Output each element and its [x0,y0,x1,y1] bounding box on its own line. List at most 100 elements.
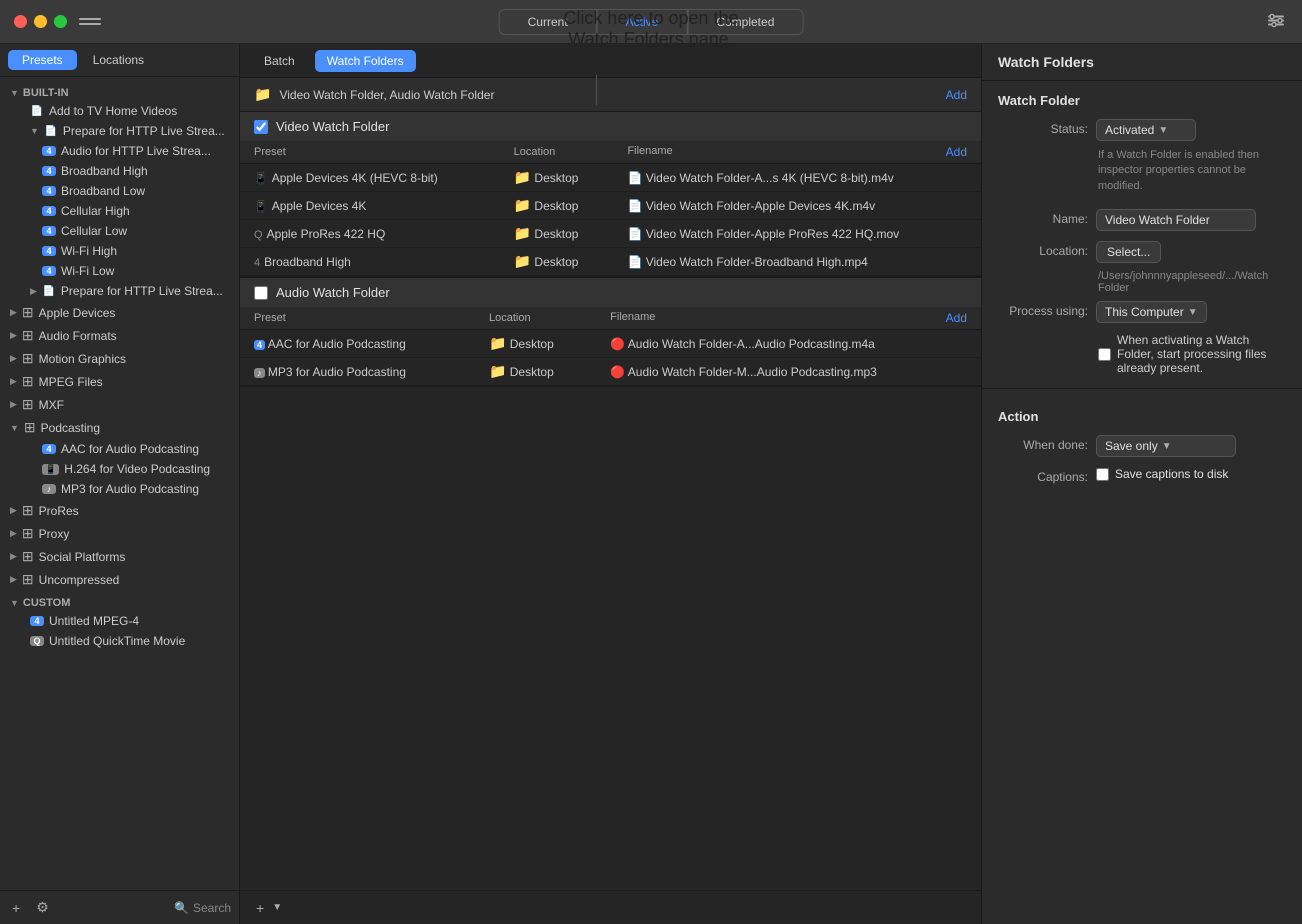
sidebar-item-uncompressed[interactable]: ▶ ⊞ Uncompressed [0,568,239,591]
section-custom[interactable]: ▼ CUSTOM [0,591,239,611]
audio-presets-add-button[interactable]: Add [946,311,967,325]
sidebar-item-prepare-http-2[interactable]: ▶ 📄 Prepare for HTTP Live Strea... [0,281,239,301]
sidebar-item-prepare-http-1[interactable]: ▼ 📄 Prepare for HTTP Live Strea... [0,121,239,141]
search-box[interactable]: 🔍 Search [174,901,231,915]
search-label: Search [193,901,231,915]
sidebar-item-broadband-low[interactable]: 4 Broadband Low [0,181,239,201]
maximize-button[interactable] [54,15,67,28]
location-select-button[interactable]: Select... [1096,241,1161,263]
section-builtin[interactable]: ▼ BUILT-IN [0,81,239,101]
preset-icon: 📱 [254,173,268,185]
watch-folders-add-button[interactable]: Add [946,88,967,102]
when-done-label: When done: [998,435,1088,452]
group-icon: ⊞ [22,571,34,588]
sidebar-item-audio-formats[interactable]: ▶ ⊞ Audio Formats [0,324,239,347]
sidebar-item-wifi-high[interactable]: 4 Wi-Fi High [0,241,239,261]
group-icon: ⊞ [22,525,34,542]
sidebar-item-audio-http[interactable]: 4 Audio for HTTP Live Strea... [0,141,239,161]
process-label: Process using: [998,301,1088,318]
tab-watch-folders[interactable]: Watch Folders [315,50,416,72]
video-watch-folder-label: Video Watch Folder [276,119,389,134]
video-presets-add-button[interactable]: Add [946,145,967,159]
process-dropdown[interactable]: This Computer ▼ [1096,301,1207,323]
location-row: Location: Select... [982,236,1302,268]
watch-folders-header: 📁 Video Watch Folder, Audio Watch Folder… [240,78,981,112]
video-watch-folder-checkbox[interactable] [254,120,268,134]
center-chevron-button[interactable]: ▼ [268,900,286,915]
status-dropdown[interactable]: Activated ▼ [1096,119,1196,141]
captions-checkbox[interactable] [1096,468,1109,481]
video-watch-folder-title[interactable]: Video Watch Folder [240,112,981,141]
chevron-right-icon: ▶ [10,551,17,562]
sidebar-item-mp3-podcasting[interactable]: ♪ MP3 for Audio Podcasting [0,479,239,499]
minimize-button[interactable] [34,15,47,28]
sidebar-item-aac-podcasting[interactable]: 4 AAC for Audio Podcasting [0,439,239,459]
captions-value: Save captions to disk [1096,467,1286,481]
sidebar-content: ▼ BUILT-IN 📄 Add to TV Home Videos ▼ 📄 P… [0,77,239,890]
file-icon: 🔴 [610,337,625,351]
add-button[interactable]: + [8,898,24,918]
chevron-right-icon: ▶ [10,528,17,539]
process-row: Process using: This Computer ▼ [982,296,1302,328]
table-row[interactable]: QApple ProRes 422 HQ 📁 Desktop 📄 Video W… [240,220,981,248]
table-row[interactable]: ♪ MP3 for Audio Podcasting 📁 Desktop 🔴 A… [240,358,981,386]
tab-completed[interactable]: Completed [687,9,803,35]
sidebar-item-broadband-high[interactable]: 4 Broadband High [0,161,239,181]
close-button[interactable] [14,15,27,28]
right-pane-header: Watch Folders [982,44,1302,81]
center-add-button[interactable]: + [252,898,268,918]
audio-watch-folder-label: Audio Watch Folder [276,285,390,300]
name-row: Name: [982,204,1302,236]
sidebar-item-mpeg-files[interactable]: ▶ ⊞ MPEG Files [0,370,239,393]
table-row[interactable]: 4 AAC for Audio Podcasting 📁 Desktop 🔴 A… [240,330,981,358]
chevron-right-icon: ▶ [30,286,37,297]
sidebar-item-proxy[interactable]: ▶ ⊞ Proxy [0,522,239,545]
settings-button[interactable]: ⚙ [32,897,53,918]
sidebar-item-cellular-low[interactable]: 4 Cellular Low [0,221,239,241]
sidebar-item-motion-graphics[interactable]: ▶ ⊞ Motion Graphics [0,347,239,370]
settings-icon[interactable] [1266,10,1286,33]
status-note: If a Watch Folder is enabled then inspec… [982,146,1302,196]
sidebar-item-untitled-quicktime[interactable]: Q Untitled QuickTime Movie [0,631,239,651]
sidebar-item-untitled-mpeg[interactable]: 4 Untitled MPEG-4 [0,611,239,631]
audio-watch-folder-title[interactable]: Audio Watch Folder [240,277,981,307]
chevron-down-icon: ▼ [10,598,19,608]
sidebar-item-apple-devices[interactable]: ▶ ⊞ Apple Devices [0,301,239,324]
sidebar-item-add-tv[interactable]: 📄 Add to TV Home Videos [0,101,239,121]
name-input[interactable] [1096,209,1256,231]
main-container: Presets Locations ▼ BUILT-IN 📄 Add to TV… [0,44,1302,924]
group-icon: ⊞ [22,327,34,344]
sidebar-item-wifi-low[interactable]: 4 Wi-Fi Low [0,261,239,281]
sidebar-item-prores[interactable]: ▶ ⊞ ProRes [0,499,239,522]
tab-current[interactable]: Current [499,9,597,35]
folder-icon: 📁 [514,197,531,213]
group-icon: ⊞ [24,419,36,436]
tab-active[interactable]: Active [597,9,688,35]
chevron-right-icon: ▶ [10,330,17,341]
table-row[interactable]: 📱Apple Devices 4K (HEVC 8-bit) 📁 Desktop… [240,164,981,192]
sidebar-item-social-platforms[interactable]: ▶ ⊞ Social Platforms [0,545,239,568]
sidebar-item-h264-podcasting[interactable]: 📱 H.264 for Video Podcasting [0,459,239,479]
chevron-right-icon: ▶ [10,307,17,318]
group-icon: ⊞ [22,350,34,367]
activating-checkbox[interactable] [1098,348,1111,361]
sidebar-item-podcasting[interactable]: ▼ ⊞ Podcasting [0,416,239,439]
group-icon: ⊞ [22,304,34,321]
tab-batch[interactable]: Batch [252,50,307,72]
sidebar-tab-presets[interactable]: Presets [8,50,77,70]
when-done-value: Save only ▼ [1096,435,1286,457]
chevron-right-icon: ▶ [10,505,17,516]
table-row[interactable]: 📱Apple Devices 4K 📁 Desktop 📄 Video Watc… [240,192,981,220]
sidebar-item-mxf[interactable]: ▶ ⊞ MXF [0,393,239,416]
when-done-dropdown[interactable]: Save only ▼ [1096,435,1236,457]
watch-folders-title: Video Watch Folder, Audio Watch Folder [279,88,494,102]
activating-checkbox-row: When activating a Watch Folder, start pr… [982,328,1302,380]
document-icon: 📄 [42,286,56,297]
sidebar-tab-locations[interactable]: Locations [79,50,158,70]
sidebar-toggle-button[interactable] [79,13,101,31]
center-content: 📁 Video Watch Folder, Audio Watch Folder… [240,78,981,890]
table-row[interactable]: 4Broadband High 📁 Desktop 📄 Video Watch … [240,248,981,276]
sidebar-item-cellular-high[interactable]: 4 Cellular High [0,201,239,221]
status-row: Status: Activated ▼ [982,114,1302,146]
audio-watch-folder-checkbox[interactable] [254,286,268,300]
